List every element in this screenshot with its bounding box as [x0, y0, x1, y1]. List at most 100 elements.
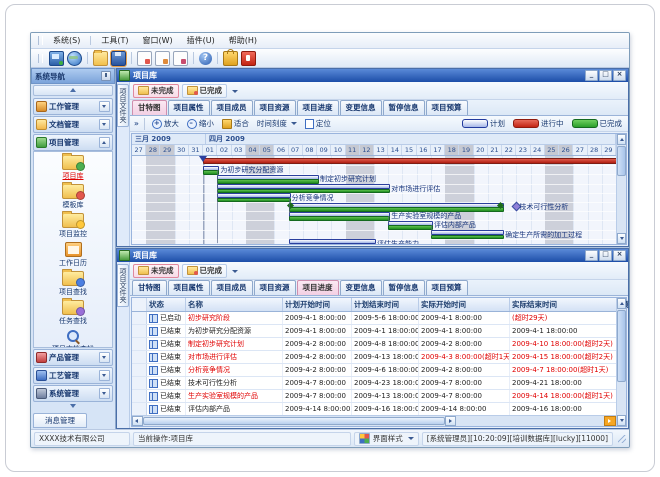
- tab-暂停信息[interactable]: 暂停信息: [383, 280, 425, 295]
- menu-item-1[interactable]: 系统(S): [46, 34, 87, 47]
- tool-时间刻度[interactable]: 时间刻度: [255, 118, 299, 129]
- sidebar-group-工艺管理[interactable]: 工艺管理: [33, 367, 113, 384]
- toolbar-overflow-chevron[interactable]: »: [134, 119, 139, 128]
- tab-项目属性[interactable]: 项目属性: [168, 100, 210, 115]
- sidebar-overflow-indicator[interactable]: [33, 403, 113, 411]
- scroll-down-arrow[interactable]: [617, 233, 626, 244]
- tool-缩小[interactable]: 缩小: [185, 118, 216, 129]
- project-folder-vertical-tab[interactable]: 项目文件夹: [117, 84, 129, 127]
- sidebar-group-系统管理[interactable]: 系统管理: [33, 385, 113, 402]
- computer-sync-icon[interactable]: [49, 51, 64, 66]
- column-header-实际开始时间[interactable]: 实际开始时间: [419, 298, 510, 311]
- lock-icon[interactable]: [223, 51, 238, 66]
- scroll-thumb[interactable]: [143, 417, 445, 425]
- scroll-up-arrow[interactable]: [617, 298, 626, 309]
- sidebar-group-产品管理[interactable]: 产品管理: [33, 349, 113, 366]
- table-row[interactable]: 已启动初步研究阶段2009-4-1 8:00:002009-5-6 18:00:…: [132, 312, 616, 325]
- tab-项目预算[interactable]: 项目预算: [426, 280, 468, 295]
- tab-暂停信息[interactable]: 暂停信息: [383, 100, 425, 115]
- scroll-up-arrow[interactable]: [617, 134, 626, 145]
- tool-放大[interactable]: 放大: [150, 118, 181, 129]
- column-header-计划开始时间[interactable]: 计划开始时间: [283, 298, 352, 311]
- sidebar-item-模板库[interactable]: 模板库: [34, 184, 112, 210]
- table-horizontal-scrollbar[interactable]: [132, 415, 616, 426]
- sidebar-group-工作管理[interactable]: 工作管理: [33, 98, 113, 115]
- tool-适合[interactable]: 适合: [220, 118, 251, 129]
- open-folder-icon[interactable]: [93, 51, 108, 66]
- chevron-down-icon[interactable]: [99, 388, 110, 399]
- save-icon[interactable]: [111, 51, 126, 66]
- table-row[interactable]: 已结束对市场进行评估2009-4-2 8:00:002009-4-13 18:0…: [132, 351, 616, 364]
- next-column-indicator[interactable]: [604, 416, 616, 426]
- help-icon[interactable]: [199, 52, 212, 65]
- menu-item-2[interactable]: 工具(T): [94, 34, 135, 47]
- scroll-thumb[interactable]: [617, 310, 626, 382]
- chevron-up-icon[interactable]: [99, 137, 110, 148]
- filter-已完成[interactable]: 已完成: [182, 264, 228, 278]
- menu-item-4[interactable]: 插件(U): [180, 34, 222, 47]
- minimize-button[interactable]: _: [585, 250, 598, 261]
- sidebar-group-项目管理[interactable]: 项目管理: [33, 134, 113, 151]
- tab-项目进度[interactable]: 项目进度: [297, 100, 339, 115]
- chevron-down-icon[interactable]: [99, 352, 110, 363]
- report-icon-2[interactable]: [155, 51, 170, 66]
- chevron-down-icon[interactable]: [99, 101, 110, 112]
- table-row[interactable]: 已结束技术可行性分析2009-4-7 8:00:002009-4-23 18:0…: [132, 377, 616, 390]
- table-row[interactable]: 已结束制定初步研究计划2009-4-2 8:00:002009-4-8 18:0…: [132, 338, 616, 351]
- report-icon-1[interactable]: [137, 51, 152, 66]
- minimize-button[interactable]: _: [585, 70, 598, 81]
- column-header-状态[interactable]: 状态: [147, 298, 186, 311]
- sidebar-item-项目库[interactable]: 项目库: [34, 155, 112, 181]
- scroll-thumb[interactable]: [617, 146, 626, 176]
- tab-甘特图[interactable]: 甘特图: [132, 100, 167, 115]
- table-vertical-scrollbar[interactable]: [616, 298, 626, 426]
- report-icon-3[interactable]: [173, 51, 188, 66]
- gantt-vertical-scrollbar[interactable]: [616, 134, 626, 244]
- pin-icon[interactable]: [101, 71, 111, 81]
- tab-项目资源[interactable]: 项目资源: [254, 100, 296, 115]
- filter-已完成[interactable]: 已完成: [182, 84, 228, 98]
- table-row[interactable]: 已结束评估内部产品2009-4-14 8:00:002009-4-16 18:0…: [132, 403, 616, 415]
- tab-message-management[interactable]: 消息管理: [33, 413, 87, 428]
- menu-item-5[interactable]: 帮助(H): [222, 34, 264, 47]
- filter-dropdown-button[interactable]: [230, 85, 240, 97]
- tab-变更信息[interactable]: 变更信息: [340, 280, 382, 295]
- exit-icon[interactable]: [241, 51, 256, 66]
- tab-变更信息[interactable]: 变更信息: [340, 100, 382, 115]
- sidebar-collapse-button[interactable]: [33, 85, 113, 96]
- resize-grip[interactable]: [618, 435, 626, 443]
- close-button[interactable]: ×: [613, 70, 626, 81]
- column-header-实际结束时间[interactable]: 实际结束时间: [510, 298, 619, 311]
- tab-项目资源[interactable]: 项目资源: [254, 280, 296, 295]
- project-folder-vertical-tab[interactable]: 项目文件夹: [117, 264, 129, 307]
- sidebar-item-任务查找[interactable]: 任务查找: [34, 300, 112, 326]
- ui-style-selector[interactable]: 界面样式: [354, 432, 419, 446]
- tool-定位[interactable]: 定位: [303, 118, 333, 129]
- column-header-名称[interactable]: 名称: [186, 298, 283, 311]
- scroll-down-arrow[interactable]: [617, 415, 626, 426]
- scroll-left-arrow[interactable]: [132, 416, 143, 426]
- filter-未完成[interactable]: 未完成: [133, 84, 179, 98]
- maximize-button[interactable]: □: [599, 250, 612, 261]
- sidebar-item-工作日历[interactable]: 工作日历: [34, 242, 112, 268]
- sidebar-item-项目文档查找[interactable]: 项目文档查找: [34, 329, 112, 348]
- tab-项目成员[interactable]: 项目成员: [211, 280, 253, 295]
- sidebar-item-项目监控[interactable]: 项目监控: [34, 213, 112, 239]
- scroll-right-arrow[interactable]: [445, 416, 456, 426]
- table-row[interactable]: 已结束生产实验室规模的产品2009-4-7 8:00:002009-4-13 1…: [132, 390, 616, 403]
- tab-项目预算[interactable]: 项目预算: [426, 100, 468, 115]
- maximize-button[interactable]: □: [599, 70, 612, 81]
- menu-item-3[interactable]: 窗口(W): [135, 34, 179, 47]
- filter-未完成[interactable]: 未完成: [133, 264, 179, 278]
- chevron-down-icon[interactable]: [99, 370, 110, 381]
- tab-甘特图[interactable]: 甘特图: [132, 280, 167, 295]
- chevron-down-icon[interactable]: [99, 119, 110, 130]
- sidebar-item-项目查找[interactable]: 项目查找: [34, 271, 112, 297]
- tab-项目进度[interactable]: 项目进度: [297, 280, 339, 295]
- tab-项目成员[interactable]: 项目成员: [211, 100, 253, 115]
- column-header-计划结束时间[interactable]: 计划结束时间: [352, 298, 419, 311]
- globe-icon[interactable]: [67, 51, 82, 66]
- filter-dropdown-button[interactable]: [230, 265, 240, 277]
- table-row[interactable]: 已结束分析竞争情况2009-4-2 8:00:002009-4-6 18:00:…: [132, 364, 616, 377]
- table-row[interactable]: 已结束为初步研究分配资源2009-4-1 8:00:002009-4-1 18:…: [132, 325, 616, 338]
